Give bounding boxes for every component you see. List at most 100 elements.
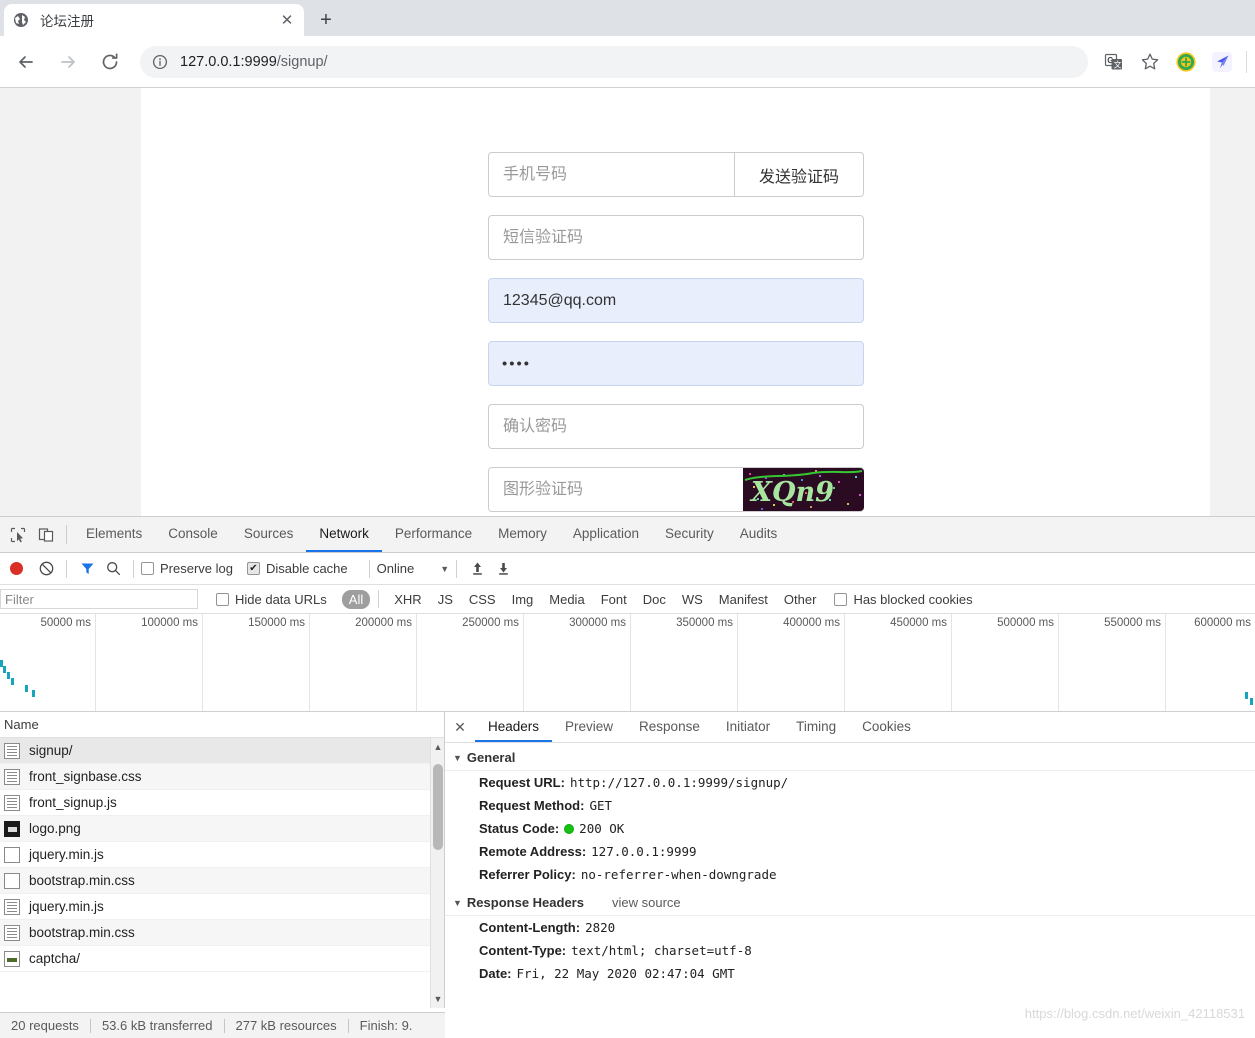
address-bar[interactable]: 127.0.0.1:9999/signup/: [140, 45, 1088, 78]
header-key: Referrer Policy:: [479, 867, 576, 882]
table-row[interactable]: bootstrap.min.css: [0, 920, 444, 946]
header-key: Request Method:: [479, 798, 585, 813]
tab-preview[interactable]: Preview: [552, 712, 626, 742]
scrollbar-thumb[interactable]: [433, 764, 443, 850]
tab-timing[interactable]: Timing: [783, 712, 849, 742]
header-value: 2820: [585, 920, 616, 935]
tab-response[interactable]: Response: [626, 712, 713, 742]
filter-type-img[interactable]: Img: [505, 590, 541, 609]
extension-green-icon[interactable]: [1170, 46, 1202, 78]
filter-type-font[interactable]: Font: [594, 590, 634, 609]
requests-scrollbar[interactable]: ▲ ▼: [430, 738, 444, 1008]
confirm-password-row: [488, 404, 864, 449]
overview-tick: 150000 ms: [248, 617, 305, 629]
upload-arrow-icon[interactable]: [464, 557, 490, 581]
tab-application[interactable]: Application: [560, 517, 652, 552]
overview-bar: [3, 666, 6, 673]
table-row[interactable]: jquery.min.js: [0, 894, 444, 920]
sms-code-input[interactable]: [488, 215, 864, 260]
overview-tick: 350000 ms: [676, 617, 733, 629]
tab-cookies[interactable]: Cookies: [849, 712, 924, 742]
tab-memory[interactable]: Memory: [485, 517, 560, 552]
disable-cache-checkbox[interactable]: Disable cache: [246, 561, 348, 576]
bookmark-star-icon[interactable]: [1134, 46, 1166, 78]
close-icon[interactable]: ✕: [445, 712, 475, 742]
captcha-image[interactable]: XQn9: [743, 468, 864, 511]
table-row[interactable]: jquery.min.js: [0, 842, 444, 868]
throttling-select[interactable]: Online ▼: [377, 561, 450, 576]
network-overview[interactable]: 50000 ms 100000 ms 150000 ms 200000 ms 2…: [0, 614, 1255, 712]
header-row: Date: Fri, 22 May 2020 02:47:04 GMT: [445, 962, 1255, 985]
table-row[interactable]: bootstrap.min.css: [0, 868, 444, 894]
response-headers-section-header[interactable]: ▼ Response Headers view source: [445, 890, 1255, 916]
tab-security[interactable]: Security: [652, 517, 727, 552]
filter-input[interactable]: [0, 589, 198, 609]
tab-console[interactable]: Console: [155, 517, 231, 552]
requests-list[interactable]: signup/ front_signbase.css front_signup.…: [0, 738, 444, 1008]
table-row[interactable]: front_signup.js: [0, 790, 444, 816]
triangle-down-icon: ▼: [453, 897, 462, 908]
header-row: Referrer Policy: no-referrer-when-downgr…: [445, 863, 1255, 886]
preserve-log-checkbox[interactable]: Preserve log: [141, 561, 233, 576]
filter-type-manifest[interactable]: Manifest: [712, 590, 775, 609]
filter-type-css[interactable]: CSS: [462, 590, 503, 609]
info-circle-icon[interactable]: [150, 52, 170, 72]
reload-icon[interactable]: [92, 44, 128, 80]
tab-network[interactable]: Network: [306, 517, 382, 552]
table-row[interactable]: signup/: [0, 738, 444, 764]
translate-icon[interactable]: G 文: [1098, 46, 1130, 78]
confirm-password-input[interactable]: [488, 404, 864, 449]
overview-bar: [11, 678, 14, 685]
filter-type-other[interactable]: Other: [777, 590, 824, 609]
document-icon: [4, 768, 20, 785]
hide-data-urls-checkbox[interactable]: Hide data URLs: [216, 592, 327, 607]
device-toolbar-icon[interactable]: [32, 517, 60, 552]
table-row[interactable]: captcha/: [0, 946, 444, 972]
tab-elements[interactable]: Elements: [73, 517, 155, 552]
filter-type-doc[interactable]: Doc: [636, 590, 673, 609]
request-name: bootstrap.min.css: [29, 925, 135, 940]
filter-type-ws[interactable]: WS: [675, 590, 710, 609]
has-blocked-cookies-checkbox[interactable]: Has blocked cookies: [834, 592, 973, 607]
general-section-header[interactable]: ▼ General: [445, 745, 1255, 771]
request-name: logo.png: [29, 821, 81, 836]
tab-performance[interactable]: Performance: [382, 517, 485, 552]
send-code-button[interactable]: 发送验证码: [735, 152, 864, 197]
password-input[interactable]: [488, 341, 864, 386]
requests-column-header[interactable]: Name: [0, 712, 444, 738]
filter-type-js[interactable]: JS: [431, 590, 460, 609]
tab-sources[interactable]: Sources: [231, 517, 307, 552]
table-row[interactable]: front_signbase.css: [0, 764, 444, 790]
url-path: /signup/: [276, 53, 328, 70]
filter-funnel-icon[interactable]: [74, 557, 100, 581]
tab-headers[interactable]: Headers: [475, 712, 553, 742]
forward-icon[interactable]: [50, 44, 86, 80]
email-input[interactable]: [488, 278, 864, 323]
table-row[interactable]: logo.png: [0, 816, 444, 842]
header-key: Status Code:: [479, 821, 560, 836]
header-value: 200 OK: [579, 821, 625, 836]
scroll-down-icon[interactable]: ▼: [431, 992, 444, 1006]
back-icon[interactable]: [8, 44, 44, 80]
blank-file-icon: [4, 846, 20, 863]
new-tab-button[interactable]: +: [310, 6, 342, 34]
scroll-up-icon[interactable]: ▲: [431, 740, 444, 754]
inspect-element-icon[interactable]: [4, 517, 32, 552]
tab-audits[interactable]: Audits: [727, 517, 791, 552]
filter-type-xhr[interactable]: XHR: [387, 590, 428, 609]
filter-type-all[interactable]: All: [341, 589, 371, 609]
tab-initiator[interactable]: Initiator: [713, 712, 783, 742]
view-source-link[interactable]: view source: [612, 895, 681, 910]
filter-type-media[interactable]: Media: [542, 590, 591, 609]
document-icon: [4, 924, 20, 941]
download-arrow-icon[interactable]: [490, 557, 516, 581]
record-stop-icon[interactable]: [10, 562, 23, 575]
clear-icon[interactable]: [33, 557, 59, 581]
request-name: bootstrap.min.css: [29, 873, 135, 888]
phone-input[interactable]: [488, 152, 735, 197]
throttling-value: Online: [376, 561, 415, 576]
browser-tab[interactable]: 论坛注册 ✕: [4, 4, 304, 36]
search-icon[interactable]: [100, 557, 126, 581]
extension-blue-icon[interactable]: [1206, 46, 1238, 78]
close-icon[interactable]: ✕: [278, 11, 296, 29]
